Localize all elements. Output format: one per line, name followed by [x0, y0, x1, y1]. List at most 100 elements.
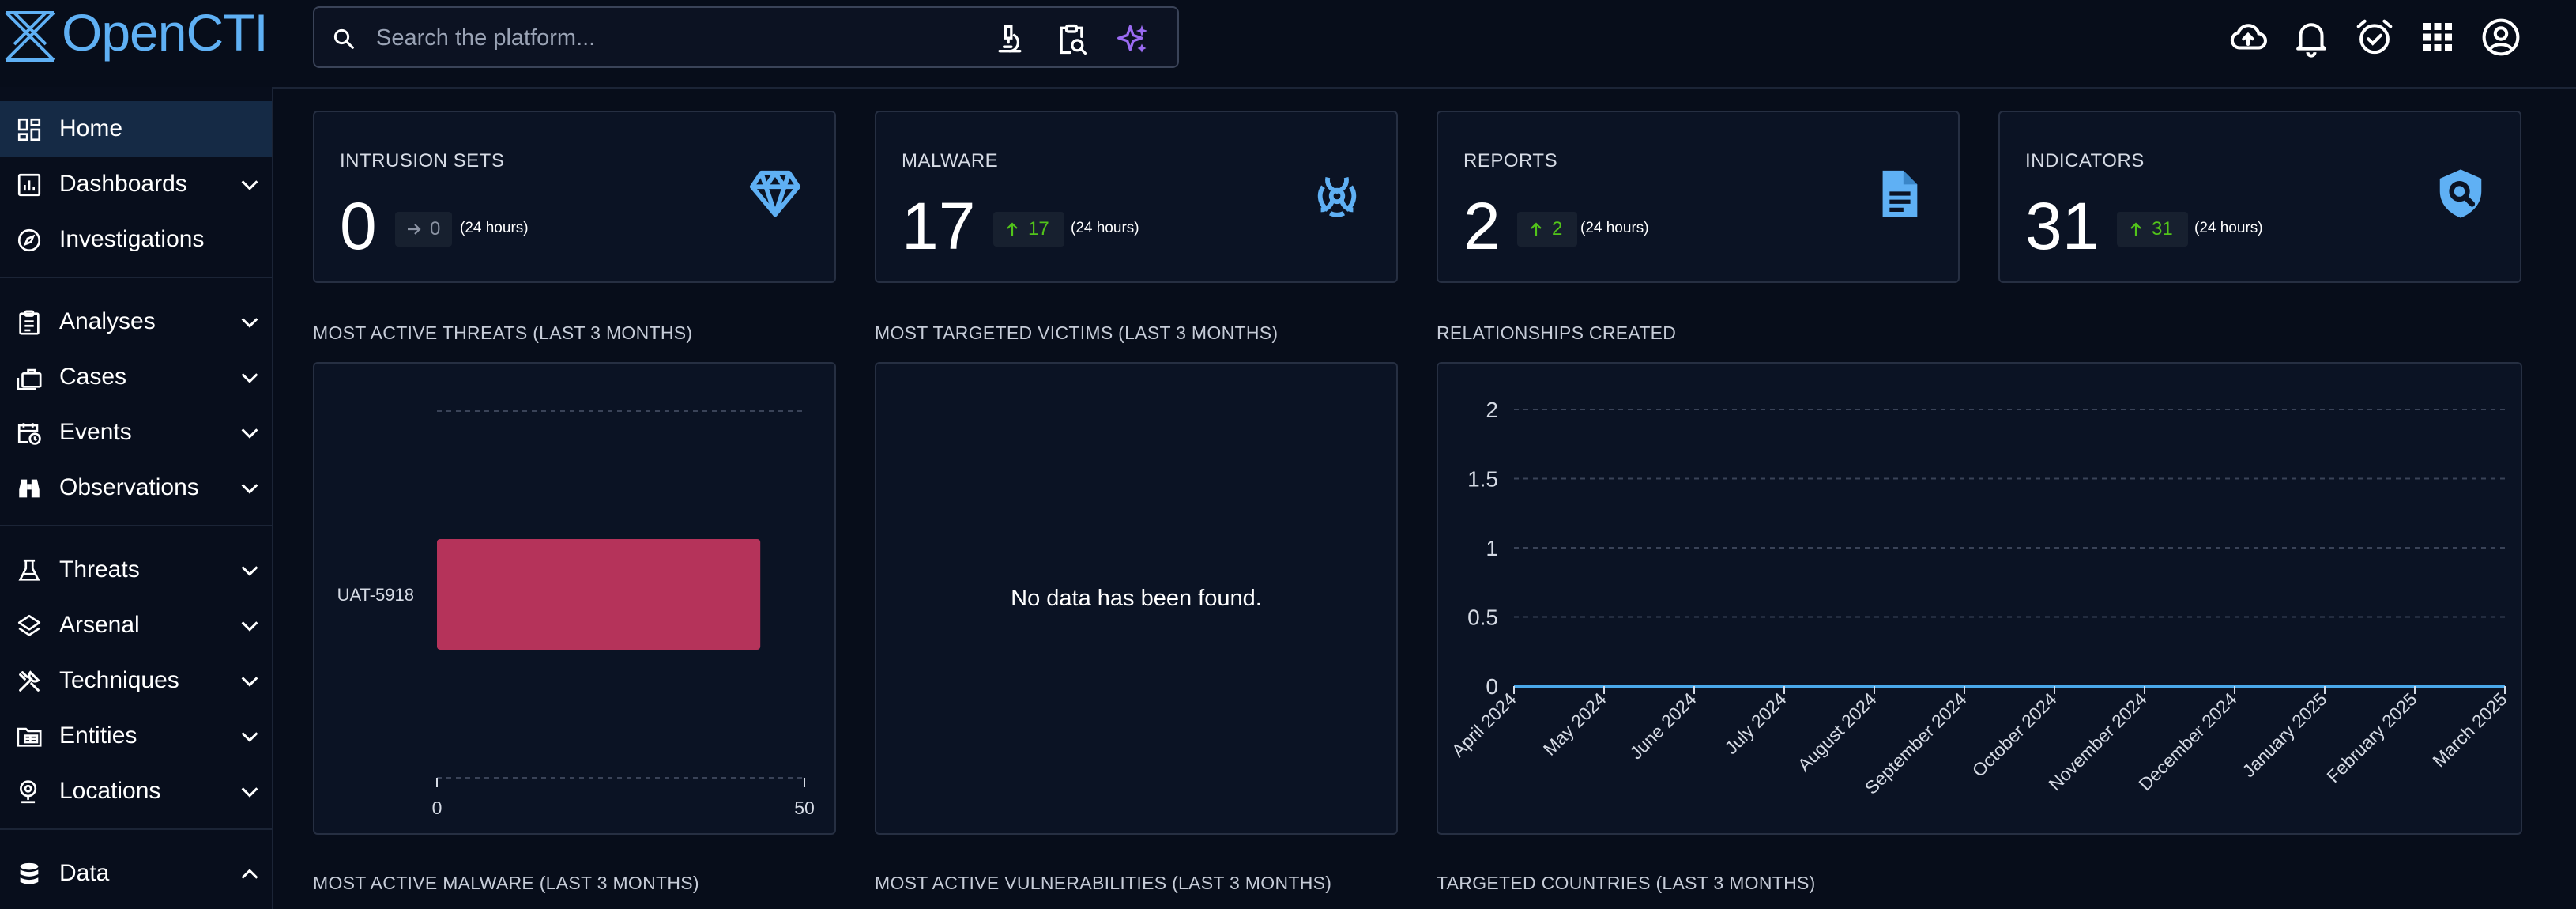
- kpi-value: 17: [902, 189, 976, 263]
- chevron-down-icon: [241, 677, 258, 687]
- document-icon: [1882, 170, 1918, 217]
- x-tick-label: August 2024: [1794, 688, 1881, 775]
- kpi-card-intrusion-sets[interactable]: INTRUSION SETS 0 0 (24 hours): [313, 111, 836, 283]
- sidebar-item-data[interactable]: Data: [0, 846, 272, 901]
- logo-mark-icon: [5, 11, 55, 62]
- sidebar-divider: [0, 525, 272, 526]
- sidebar-item-label: Data: [59, 860, 110, 886]
- sidebar-item-label: Observations: [59, 474, 199, 500]
- kpi-delta-value: 31: [2152, 218, 2173, 240]
- clipboard-search-icon[interactable]: [1054, 22, 1089, 57]
- chevron-down-icon: [241, 732, 258, 742]
- briefcase-icon: [17, 368, 42, 390]
- arrow-right-icon: [408, 224, 421, 235]
- apps-icon[interactable]: [2416, 16, 2459, 58]
- chevron-down-icon: [241, 318, 258, 328]
- y-tick-label: 0.5: [1467, 605, 1498, 630]
- flask-icon: [18, 559, 40, 581]
- ai-sparkles-icon[interactable]: [1116, 22, 1151, 57]
- brand-name: OpenCTI: [62, 3, 269, 62]
- kpi-card-indicators[interactable]: INDICATORS 31 31 (24 hours): [1998, 111, 2521, 283]
- sidebar-item-threats[interactable]: Threats: [0, 542, 272, 598]
- search-input[interactable]: [375, 19, 962, 57]
- account-icon[interactable]: [2480, 16, 2522, 58]
- x-tick-label: April 2024: [1448, 688, 1520, 761]
- widget-title-relationships: RELATIONSHIPS CREATED: [1437, 322, 1677, 343]
- x-tick-label: November 2024: [2044, 688, 2150, 794]
- sidebar-item-arsenal[interactable]: Arsenal: [0, 598, 272, 653]
- binoculars-icon: [19, 479, 40, 498]
- chevron-down-icon: [241, 566, 258, 576]
- chevron-down-icon: [241, 787, 258, 798]
- relationships-chart-panel: 0 0.5 1 1.5 2 April 2024 May 2024 June 2024 July…: [1437, 362, 2522, 835]
- diamond-icon: [749, 170, 801, 217]
- kpi-delta-badge: 2: [1517, 212, 1577, 247]
- kpi-title: INDICATORS: [2025, 150, 2145, 172]
- sidebar-item-label: Dashboards: [59, 171, 187, 197]
- widget-title-countries: TARGETED COUNTRIES (LAST 3 MONTHS): [1437, 873, 1816, 893]
- sidebar-item-home[interactable]: Home: [0, 101, 272, 157]
- x-tick-label: February 2025: [2322, 688, 2420, 786]
- sidebar-item-investigations[interactable]: Investigations: [0, 212, 272, 267]
- x-tick-label: December 2024: [2134, 688, 2240, 794]
- x-tick-label: June 2024: [1625, 688, 1700, 763]
- sidebar-item-techniques[interactable]: Techniques: [0, 653, 272, 708]
- y-tick-label: 1.5: [1467, 467, 1498, 492]
- bar-uat-5918: [437, 539, 761, 650]
- arrow-up-icon: [1531, 222, 1542, 236]
- chevron-down-icon: [241, 484, 258, 494]
- search-icon: [333, 28, 354, 49]
- sidebar-item-dashboards[interactable]: Dashboards: [0, 157, 272, 212]
- kpi-delta-value: 17: [1028, 218, 1049, 240]
- sidebar-item-locations[interactable]: Locations: [0, 764, 272, 819]
- microscope-icon[interactable]: [992, 22, 1027, 57]
- chevron-down-icon: [241, 373, 258, 383]
- dashboard-icon: [17, 118, 41, 141]
- calendar-clock-icon: [17, 423, 41, 445]
- kpi-card-malware[interactable]: MALWARE 17 17 (24 hours): [875, 111, 1398, 283]
- chevron-down-icon: [241, 180, 258, 190]
- database-icon: [20, 862, 39, 884]
- notifications-icon[interactable]: [2290, 16, 2333, 58]
- arrow-up-icon: [1007, 222, 1018, 236]
- sidebar-item-label: Arsenal: [59, 612, 140, 638]
- shield-search-icon: [2439, 169, 2482, 218]
- sidebar-item-label: Techniques: [59, 667, 179, 693]
- opencti-logo[interactable]: OpenCTI: [2, 3, 270, 62]
- sidebar-item-events[interactable]: Events: [0, 405, 272, 460]
- x-tick-label: March 2025: [2428, 688, 2510, 771]
- compass-icon: [17, 228, 41, 252]
- clipboard-icon: [19, 310, 40, 335]
- y-tick-label: 1: [1486, 536, 1498, 560]
- widget-title-victims: MOST TARGETED VICTIMS (LAST 3 MONTHS): [875, 322, 1279, 343]
- sidebar-item-observations[interactable]: Observations: [0, 460, 272, 515]
- sidebar-item-label: Analyses: [59, 308, 156, 334]
- alarm-icon[interactable]: [2353, 16, 2396, 58]
- sidebar-item-analyses[interactable]: Analyses: [0, 294, 272, 349]
- sidebar-item-label: Cases: [59, 364, 127, 390]
- x-tick-label: October 2024: [1968, 688, 2061, 781]
- category-label: UAT-5918: [337, 585, 414, 605]
- sidebar-item-label: Events: [59, 419, 132, 445]
- kpi-period: (24 hours): [460, 220, 529, 236]
- sidebar: Home Dashboards Investigations Analyses …: [0, 87, 273, 909]
- widget-title-malware: MOST ACTIVE MALWARE (LAST 3 MONTHS): [313, 873, 699, 893]
- chevron-down-icon: [241, 428, 258, 439]
- arrow-up-icon: [2130, 222, 2141, 236]
- kpi-card-reports[interactable]: REPORTS 2 2 (24 hours): [1437, 111, 1960, 283]
- kpi-title: REPORTS: [1463, 150, 1558, 172]
- kpi-period: (24 hours): [2194, 220, 2263, 236]
- sidebar-item-entities[interactable]: Entities: [0, 708, 272, 764]
- relationships-line-chart: 0 0.5 1 1.5 2 April 2024 May 2024 June 2024 July…: [1448, 398, 2511, 798]
- kpi-period: (24 hours): [1071, 220, 1139, 236]
- biohazard-icon: [1317, 176, 1357, 217]
- widget-title-vulnerabilities: MOST ACTIVE VULNERABILITIES (LAST 3 MONT…: [875, 873, 1332, 893]
- tools-icon: [19, 670, 40, 692]
- search-bar[interactable]: [313, 6, 1179, 68]
- empty-state-message: No data has been found.: [1011, 585, 1262, 611]
- widget-title-threats: MOST ACTIVE THREATS (LAST 3 MONTHS): [313, 322, 693, 343]
- chevron-up-icon: [241, 869, 258, 879]
- cloud-upload-icon[interactable]: [2227, 16, 2269, 58]
- x-tick-label: January 2025: [2239, 688, 2331, 781]
- sidebar-item-cases[interactable]: Cases: [0, 349, 272, 405]
